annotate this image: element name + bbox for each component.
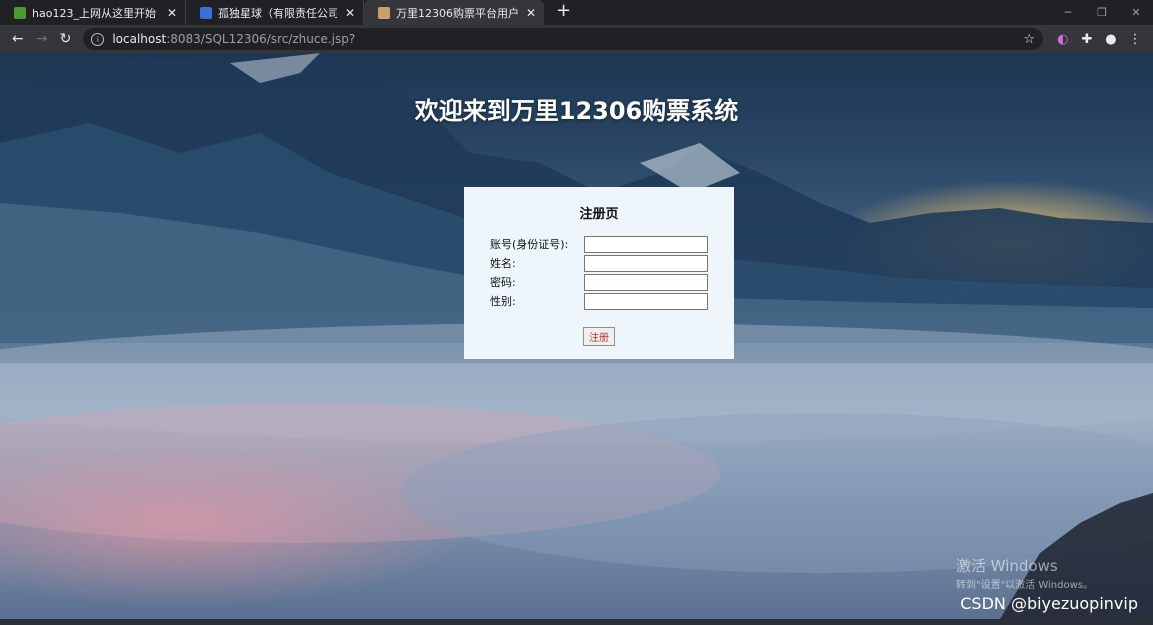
tab-title: 孤独星球（有限责任公司）_百度	[218, 6, 337, 20]
tab-hao123[interactable]: hao123_上网从这里开始 ✕	[0, 0, 186, 25]
password-label: 密码:	[490, 276, 516, 289]
site-info-icon[interactable]: i	[91, 32, 105, 46]
gender-input[interactable]	[584, 292, 708, 310]
tab-bar: hao123_上网从这里开始 ✕ 孤独星球（有限责任公司）_百度 ✕ 万里123…	[0, 0, 1153, 25]
baidu-favicon-icon	[200, 6, 212, 19]
tab-title: 万里12306购票平台用户注册页	[396, 6, 518, 20]
form-heading: 注册页	[579, 207, 619, 222]
windows-activation-watermark: 激活 Windows 转到"设置"以激活 Windows。	[956, 555, 1093, 591]
address-bar[interactable]: i localhost :8083/SQL12306/src/zhuce.jsp…	[83, 28, 1043, 50]
welcome-title: 欢迎来到万里12306购票系统	[414, 97, 739, 125]
url-host: localhost	[112, 32, 167, 46]
form-row-gender: 性别:	[490, 292, 720, 310]
minimize-icon[interactable]: ─	[1051, 6, 1085, 19]
close-icon[interactable]: ✕	[167, 6, 177, 20]
account-label: 账号(身份证号):	[490, 238, 569, 251]
forward-icon[interactable]: →	[30, 27, 54, 51]
register-form: 注册页 账号(身份证号): 姓名: 密码: 性别: 注册	[464, 187, 734, 359]
name-label: 姓名:	[490, 257, 516, 270]
activate-windows-hint: 转到"设置"以激活 Windows。	[955, 580, 1093, 591]
taskbar	[0, 619, 1153, 625]
url-path: :8083/SQL12306/src/zhuce.jsp?	[166, 32, 356, 46]
csdn-watermark: CSDN @biyezuopinvip	[960, 594, 1138, 613]
form-row-name: 姓名:	[490, 254, 720, 272]
extension-icons: ◐ ✚ ● ⋮	[1051, 32, 1147, 47]
maximize-icon[interactable]: ❐	[1085, 6, 1119, 19]
page-viewport: 欢迎来到万里12306购票系统 注册页 账号(身份证号): 姓名: 密码: 性别…	[0, 53, 1153, 619]
activate-windows-text: 激活 Windows	[955, 557, 1058, 575]
register-button[interactable]: 注册	[583, 327, 615, 346]
tab-baidu[interactable]: 孤独星球（有限责任公司）_百度 ✕	[186, 0, 364, 25]
form-row-password: 密码:	[490, 273, 720, 291]
profile-avatar-icon[interactable]: ●	[1099, 32, 1123, 47]
hao123-favicon-icon	[14, 6, 26, 19]
new-tab-button[interactable]: +	[544, 0, 571, 25]
gender-label: 性别:	[490, 295, 516, 308]
page-favicon-icon	[378, 6, 390, 19]
tab-register-page[interactable]: 万里12306购票平台用户注册页 ✕	[364, 0, 544, 25]
reload-icon[interactable]: ↻	[54, 27, 78, 51]
browser-toolbar: ← → ↻ i localhost :8083/SQL12306/src/zhu…	[0, 25, 1153, 53]
extensions-puzzle-icon[interactable]: ✚	[1075, 32, 1099, 47]
browser-menu-icon[interactable]: ⋮	[1123, 32, 1147, 47]
dark-mode-extension-icon[interactable]: ◐	[1051, 32, 1075, 47]
bookmark-star-icon[interactable]: ☆	[1023, 32, 1035, 47]
window-close-icon[interactable]: ✕	[1119, 6, 1153, 19]
password-input[interactable]	[584, 273, 708, 291]
tab-title: hao123_上网从这里开始	[32, 6, 156, 20]
name-input[interactable]	[584, 254, 708, 272]
close-icon[interactable]: ✕	[526, 6, 536, 20]
close-icon[interactable]: ✕	[345, 6, 355, 20]
account-id-input[interactable]	[584, 235, 708, 253]
form-row-account: 账号(身份证号):	[490, 235, 720, 253]
back-icon[interactable]: ←	[6, 27, 30, 51]
window-controls: ─ ❐ ✕	[1051, 0, 1153, 25]
